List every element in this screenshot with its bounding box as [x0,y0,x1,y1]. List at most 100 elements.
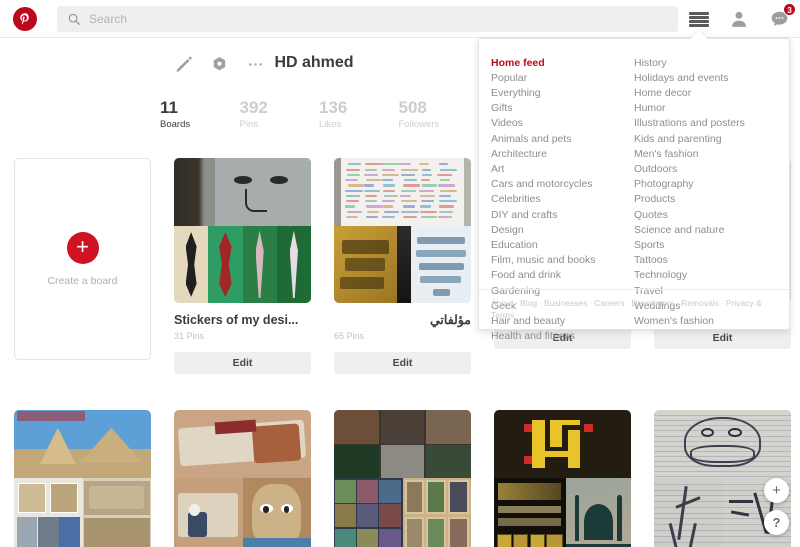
board-cell: مؤلفاتي 65 Pins Edit [334,158,480,374]
dropdown-item-popular[interactable]: Popular [491,70,634,85]
dropdown-item-art[interactable]: Art [491,161,634,176]
add-pin-button[interactable]: + [764,478,789,503]
dropdown-item-food-and-drink[interactable]: Food and drink [491,268,634,283]
dropdown-item-science-and-nature[interactable]: Science and nature [634,222,777,237]
dropdown-item-home-feed[interactable]: Home feed [491,55,634,70]
board-card-monuments[interactable] [14,410,151,547]
dropdown-item-quotes[interactable]: Quotes [634,207,777,222]
stat-value: 392 [240,98,320,118]
dropdown-item-design[interactable]: Design [491,222,634,237]
board-cell [14,410,160,547]
dropdown-item-health-and-fitness[interactable]: Health and fitness [491,329,634,344]
footer-link-removals[interactable]: Removals [681,298,719,308]
footer-link-developers[interactable]: Developers [631,298,674,308]
dropdown-item-products[interactable]: Products [634,192,777,207]
boards-row-2 [0,410,800,547]
footer-link-careers[interactable]: Careers [594,298,624,308]
help-button[interactable]: ? [764,510,789,535]
stat-label: Likes [319,119,399,130]
search-input[interactable] [89,8,629,30]
board-card-sarcophagus[interactable] [174,410,311,547]
dropdown-item-cars-and-motorcycles[interactable]: Cars and motorcycles [491,177,634,192]
footer-separator: · [676,298,679,308]
stat-boards[interactable]: 11 Boards [160,98,240,130]
board-cell [174,410,320,547]
dropdown-item-film-music-and-books[interactable]: Film, music and books [491,253,634,268]
dropdown-item-animals-and-pets[interactable]: Animals and pets [491,131,634,146]
edit-board-button[interactable]: Edit [334,352,471,374]
footer-link-businesses[interactable]: Businesses [544,298,587,308]
pinterest-profile-page: 3 Home feedPopularEverythingGiftsVideosA… [0,0,800,547]
create-board-card[interactable]: + Create a board [14,158,151,360]
board-thumbnail[interactable] [174,158,311,303]
dropdown-item-celebrities[interactable]: Celebrities [491,192,634,207]
edit-board-button[interactable]: Edit [174,352,311,374]
board-thumbnail[interactable] [334,158,471,303]
board-card-arabic[interactable]: مؤلفاتي 65 Pins Edit [334,158,471,374]
footer-separator: · [626,298,629,308]
dropdown-item-home-decor[interactable]: Home decor [634,85,777,100]
footer-link-about[interactable]: About [491,298,513,308]
stat-pins[interactable]: 392 Pins [240,98,320,130]
board-card-collage[interactable] [334,410,471,547]
dropdown-item-kids-and-parenting[interactable]: Kids and parenting [634,131,777,146]
stat-followers[interactable]: 508 Followers [399,98,479,130]
create-board-label: Create a board [47,275,117,287]
dropdown-item-technology[interactable]: Technology [634,268,777,283]
thumbnail-strip [174,226,311,303]
pinterest-logo-icon[interactable] [13,7,37,31]
dropdown-item-architecture[interactable]: Architecture [491,146,634,161]
category-dropdown-panel: Home feed Popular Everything Gifts Videos Ani… [478,38,790,330]
dropdown-item-outdoors[interactable]: Outdoors [634,161,777,176]
dropdown-item-history[interactable]: History [634,55,777,70]
footer-separator: · [589,298,592,308]
hamburger-lines [689,12,709,27]
hamburger-menu-icon[interactable] [688,8,710,30]
message-bubble-icon[interactable]: 3 [768,8,790,30]
board-card-kufic[interactable] [494,410,631,547]
create-board-cell: + Create a board [14,158,160,374]
stat-label: Pins [240,119,320,130]
stat-value: 136 [319,98,399,118]
top-header-bar: 3 [0,0,800,38]
plus-icon: + [67,232,99,264]
dropdown-item-sports[interactable]: Sports [634,237,777,252]
dropdown-item-gifts[interactable]: Gifts [491,101,634,116]
stat-value: 508 [399,98,479,118]
dropdown-item-holidays-and-events[interactable]: Holidays and events [634,70,777,85]
footer-link-blog[interactable]: Blog [520,298,537,308]
board-thumbnail[interactable] [334,410,471,547]
board-title: Stickers of my desi... [174,313,311,328]
board-thumbnail[interactable] [14,410,151,547]
board-pin-count: 31 Pins [174,331,311,341]
dropdown-item-videos[interactable]: Videos [491,116,634,131]
dropdown-item-diy-and-crafts[interactable]: DIY and crafts [491,207,634,222]
dropdown-item-tattoos[interactable]: Tattoos [634,253,777,268]
dropdown-item-photography[interactable]: Photography [634,177,777,192]
dropdown-item-humor[interactable]: Humor [634,101,777,116]
dropdown-item-men-s-fashion[interactable]: Men's fashion [634,146,777,161]
search-bar[interactable] [57,6,678,32]
page-title: HD ahmed [0,54,478,72]
board-cell [334,410,480,547]
messages-badge: 3 [783,3,796,16]
dropdown-item-illustrations-and-posters[interactable]: Illustrations and posters [634,116,777,131]
board-thumbnail[interactable] [174,410,311,547]
person-icon[interactable] [728,8,750,30]
dropdown-footer-links: About · Blog · Businesses · Careers · Developers… [479,289,789,329]
stat-label: Boards [160,119,240,130]
search-icon [67,12,81,26]
board-title: مؤلفاتي [334,313,471,328]
board-card-stickers[interactable]: Stickers of my desi... 31 Pins Edit [174,158,311,374]
board-thumbnail[interactable] [494,410,631,547]
dropdown-caret-icon [690,30,708,39]
stat-likes[interactable]: 136 Likes [319,98,399,130]
board-cell [494,410,640,547]
stat-label: Followers [399,119,479,130]
footer-separator: · [539,298,542,308]
footer-separator: · [515,298,518,308]
board-cell: Stickers of my desi... 31 Pins Edit [174,158,320,374]
dropdown-item-everything[interactable]: Everything [491,85,634,100]
stat-value: 11 [160,98,240,118]
dropdown-item-education[interactable]: Education [491,237,634,252]
